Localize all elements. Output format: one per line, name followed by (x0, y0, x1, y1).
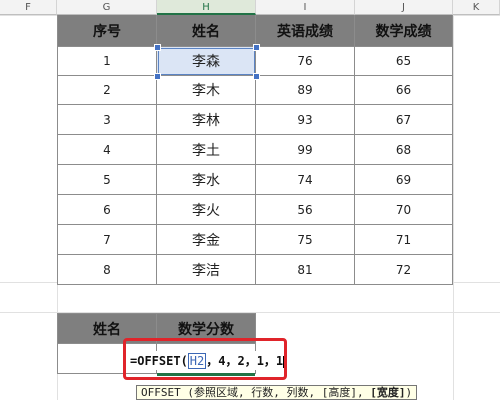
table-cell[interactable]: 6 (57, 195, 157, 225)
table-cell[interactable]: 72 (355, 255, 453, 285)
table-header-cell[interactable]: 姓名 (157, 15, 256, 47)
table-cell[interactable]: 69 (355, 165, 453, 195)
highlight-box (123, 338, 287, 380)
table-cell[interactable]: 8 (57, 255, 157, 285)
tooltip-arguments: (参照区域, 行数, 列数, [高度], (187, 386, 364, 399)
selection-handle[interactable] (154, 44, 161, 51)
table-cell[interactable]: 56 (256, 195, 355, 225)
gridline (453, 15, 454, 400)
selection-handle[interactable] (154, 73, 161, 80)
table-cell[interactable]: 74 (256, 165, 355, 195)
column-header-i[interactable]: I (256, 0, 355, 15)
table-cell[interactable]: 李木 (157, 76, 256, 105)
table-cell[interactable]: 99 (256, 135, 355, 165)
tooltip-close: ) (405, 386, 413, 399)
table-cell[interactable]: 76 (256, 47, 355, 76)
table-cell[interactable]: 65 (355, 47, 453, 76)
table-cell[interactable]: 李洁 (157, 255, 256, 285)
function-tooltip: OFFSET (参照区域, 行数, 列数, [高度], [宽度]) (136, 385, 418, 400)
column-header-g[interactable]: G (57, 0, 157, 15)
table-cell[interactable]: 67 (355, 105, 453, 135)
column-header-f[interactable]: F (0, 0, 57, 15)
table-cell[interactable]: 1 (57, 47, 157, 76)
table-header-cell[interactable]: 数学成绩 (355, 15, 453, 47)
column-header-h[interactable]: H (157, 0, 256, 15)
selected-cell-h2[interactable]: 李森 (157, 47, 256, 76)
table-cell[interactable]: 75 (256, 225, 355, 255)
table-cell[interactable]: 3 (57, 105, 157, 135)
column-header-k[interactable]: K (453, 0, 500, 15)
table-cell[interactable]: 李水 (157, 165, 256, 195)
selection-handle[interactable] (253, 73, 260, 80)
table-cell[interactable]: 66 (355, 76, 453, 105)
table-cell[interactable]: 李火 (157, 195, 256, 225)
table-cell[interactable]: 68 (355, 135, 453, 165)
table-cell[interactable]: 李土 (157, 135, 256, 165)
table-cell[interactable]: 李林 (157, 105, 256, 135)
selection-handle[interactable] (253, 44, 260, 51)
table-cell[interactable]: 2 (57, 76, 157, 105)
table-cell[interactable]: 70 (355, 195, 453, 225)
table-cell[interactable]: 4 (57, 135, 157, 165)
table-cell[interactable]: 81 (256, 255, 355, 285)
column-header-j[interactable]: J (355, 0, 453, 15)
table-cell[interactable]: 7 (57, 225, 157, 255)
tooltip-current-argument: [宽度] (370, 386, 406, 399)
table-cell[interactable]: 93 (256, 105, 355, 135)
table-cell[interactable]: 李金 (157, 225, 256, 255)
table-cell[interactable]: 89 (256, 76, 355, 105)
tooltip-function-name[interactable]: OFFSET (141, 386, 181, 399)
table-cell[interactable]: 71 (355, 225, 453, 255)
table-header-cell[interactable]: 序号 (57, 15, 157, 47)
table-header-cell[interactable]: 英语成绩 (256, 15, 355, 47)
table-cell[interactable]: 5 (57, 165, 157, 195)
